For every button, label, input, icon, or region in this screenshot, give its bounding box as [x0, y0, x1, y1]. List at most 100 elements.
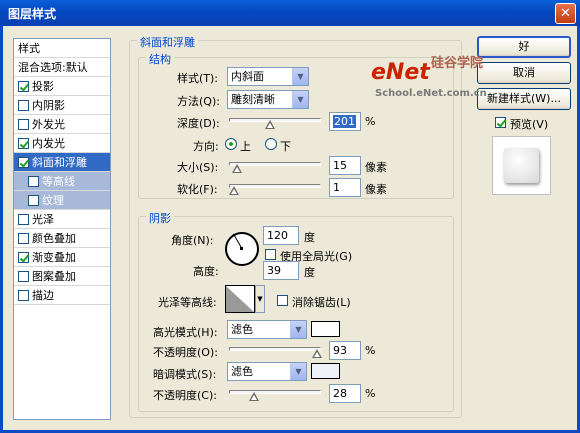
bevel-section-title: 斜面和浮雕: [137, 34, 198, 50]
direction-up-radio[interactable]: [225, 138, 237, 150]
depth-slider-thumb[interactable]: [265, 120, 275, 129]
direction-down-label: 下: [280, 140, 291, 153]
preview-checkbox[interactable]: [495, 117, 506, 128]
shadow-opacity-input[interactable]: 28: [329, 384, 361, 403]
gloss-contour-label: 光泽等高线:: [158, 296, 217, 309]
list-item-bevel-emboss[interactable]: 斜面和浮雕: [14, 153, 110, 172]
title-bar: 图层样式 ✕: [0, 0, 580, 26]
depth-slider-track[interactable]: [229, 118, 321, 122]
cancel-button[interactable]: 取消: [477, 62, 571, 84]
checkbox-icon[interactable]: [18, 214, 29, 225]
close-icon: ✕: [560, 6, 571, 21]
style-preview-thumbnail: [492, 136, 551, 195]
size-label: 大小(S):: [177, 161, 219, 174]
direction-down-radio[interactable]: [265, 138, 277, 150]
checkbox-icon[interactable]: [18, 119, 29, 130]
chevron-down-icon: ▼: [290, 363, 306, 380]
soften-label: 软化(F):: [177, 183, 218, 196]
direction-up-label: 上: [240, 140, 251, 153]
antialias-label: 消除锯齿(L): [292, 296, 351, 309]
list-item-drop-shadow[interactable]: 投影: [14, 77, 110, 96]
checkbox-icon[interactable]: [18, 290, 29, 301]
size-slider-thumb[interactable]: [232, 164, 242, 173]
highlight-opacity-input[interactable]: 93: [329, 341, 361, 360]
depth-label: 深度(D):: [177, 117, 220, 130]
highlight-opacity-unit: %: [365, 344, 376, 357]
shadow-opacity-thumb[interactable]: [249, 392, 259, 401]
method-label: 方法(Q):: [177, 95, 220, 108]
style-select[interactable]: 内斜面 ▼: [227, 67, 309, 86]
soften-unit: 像素: [365, 183, 387, 196]
angle-input[interactable]: 120: [263, 226, 299, 245]
size-slider-track[interactable]: [229, 162, 321, 166]
list-item-texture[interactable]: 纹理: [14, 191, 110, 210]
new-style-button[interactable]: 新建样式(W)...: [477, 88, 571, 110]
shadow-opacity-label: 不透明度(C):: [153, 389, 217, 402]
checkbox-icon[interactable]: [18, 233, 29, 244]
shadow-opacity-track[interactable]: [229, 390, 321, 394]
ok-button[interactable]: 好: [477, 36, 571, 58]
shadow-color-swatch[interactable]: [311, 363, 340, 379]
size-input[interactable]: 15: [329, 156, 361, 175]
checkbox-icon[interactable]: [18, 252, 29, 263]
list-item-inner-shadow[interactable]: 内阴影: [14, 96, 110, 115]
chevron-down-icon: ▼: [292, 68, 308, 85]
list-item-outer-glow[interactable]: 外发光: [14, 115, 110, 134]
altitude-unit: 度: [304, 266, 315, 279]
altitude-input[interactable]: 39: [263, 261, 299, 280]
layer-style-dialog: 样式 混合选项:默认 投影 内阴影 外发光 内发光 斜面和浮雕 等高线 纹理 光…: [0, 26, 580, 433]
list-header-styles[interactable]: 样式: [14, 39, 110, 58]
list-item-color-overlay[interactable]: 颜色叠加: [14, 229, 110, 248]
size-unit: 像素: [365, 161, 387, 174]
checkbox-icon[interactable]: [28, 176, 39, 187]
highlight-mode-label: 高光模式(H):: [153, 326, 218, 339]
highlight-opacity-track[interactable]: [229, 347, 321, 351]
chevron-down-icon: ▼: [290, 321, 306, 338]
watermark-url: School.eNet.com.cn: [375, 88, 487, 99]
shading-title: 阴影: [146, 210, 174, 226]
preview-label: 预览(V): [510, 118, 549, 131]
checkbox-icon[interactable]: [18, 81, 29, 92]
global-light-checkbox[interactable]: [265, 249, 276, 260]
shadow-mode-select[interactable]: 滤色 ▼: [227, 362, 307, 381]
list-item-stroke[interactable]: 描边: [14, 286, 110, 305]
list-item-blending-options[interactable]: 混合选项:默认: [14, 58, 110, 77]
checkbox-icon[interactable]: [28, 195, 39, 206]
highlight-opacity-label: 不透明度(O):: [153, 346, 218, 359]
checkbox-icon[interactable]: [18, 271, 29, 282]
chevron-down-icon: ▼: [292, 91, 308, 108]
checkbox-icon[interactable]: [18, 157, 29, 168]
soften-input[interactable]: 1: [329, 178, 361, 197]
angle-label: 角度(N):: [171, 234, 214, 247]
angle-dial[interactable]: [225, 232, 259, 266]
gloss-contour-dropdown[interactable]: ▼: [255, 285, 265, 313]
watermark-logo: eNet: [371, 60, 430, 85]
highlight-mode-select[interactable]: 滤色 ▼: [227, 320, 307, 339]
soften-slider-track[interactable]: [229, 184, 321, 188]
list-item-inner-glow[interactable]: 内发光: [14, 134, 110, 153]
checkbox-icon[interactable]: [18, 138, 29, 149]
structure-title: 结构: [146, 51, 174, 67]
highlight-color-swatch[interactable]: [311, 321, 340, 337]
soften-slider-thumb[interactable]: [229, 186, 239, 195]
altitude-label: 高度:: [193, 265, 219, 278]
style-label: 样式(T):: [177, 72, 219, 85]
close-button[interactable]: ✕: [555, 3, 576, 24]
list-item-pattern-overlay[interactable]: 图案叠加: [14, 267, 110, 286]
list-item-contour[interactable]: 等高线: [14, 172, 110, 191]
list-item-satin[interactable]: 光泽: [14, 210, 110, 229]
depth-unit: %: [365, 115, 376, 128]
method-select[interactable]: 雕刻清晰 ▼: [227, 90, 309, 109]
window-title: 图层样式: [8, 7, 57, 21]
chevron-down-icon: ▼: [257, 295, 263, 303]
angle-unit: 度: [304, 231, 315, 244]
style-list: 样式 混合选项:默认 投影 内阴影 外发光 内发光 斜面和浮雕 等高线 纹理 光…: [13, 38, 111, 420]
highlight-opacity-thumb[interactable]: [312, 349, 322, 358]
shadow-mode-label: 暗调模式(S):: [153, 368, 217, 381]
depth-input[interactable]: 201: [329, 112, 361, 131]
checkbox-icon[interactable]: [18, 100, 29, 111]
antialias-checkbox[interactable]: [277, 295, 288, 306]
list-item-gradient-overlay[interactable]: 渐变叠加: [14, 248, 110, 267]
direction-label: 方向:: [193, 140, 219, 153]
gloss-contour-preview[interactable]: [225, 285, 255, 313]
